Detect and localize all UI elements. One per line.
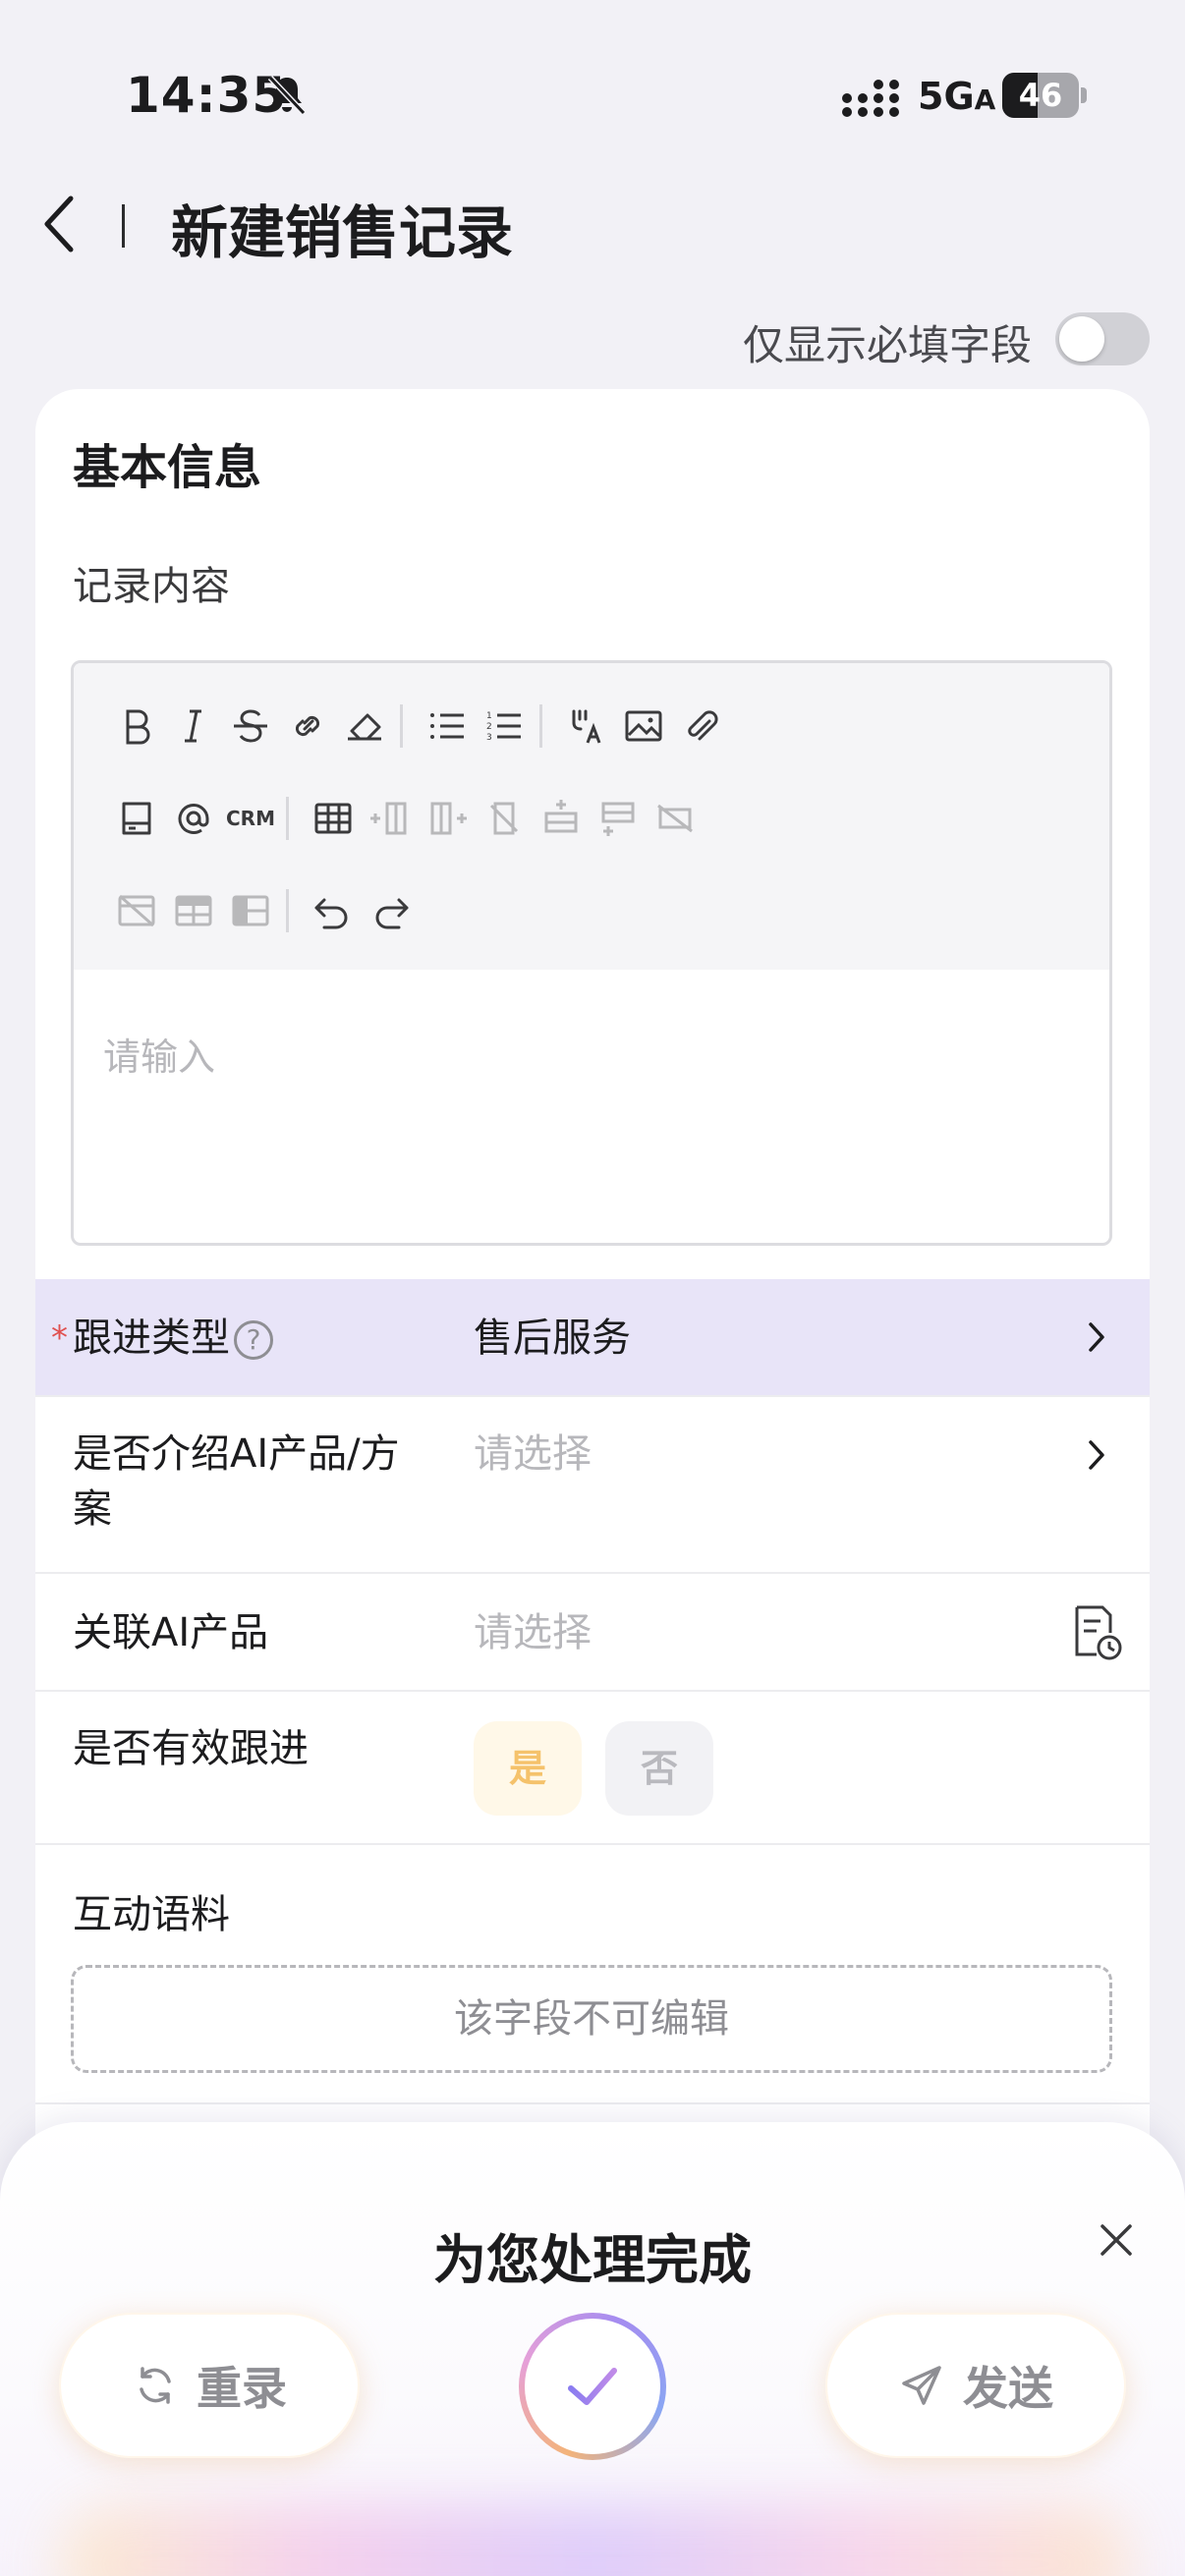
drive-icon[interactable] <box>107 789 166 848</box>
follow-type-row[interactable]: * 跟进类型? 售后服务 <box>35 1279 1150 1397</box>
required-only-label: 仅显示必填字段 <box>743 321 1033 369</box>
introduce-ai-label: 是否介绍AI产品/方案 <box>73 1431 400 1532</box>
network-indicator: 5GA <box>918 75 996 118</box>
rich-text-editor: 123 CRM 请输入 <box>71 660 1112 1246</box>
related-ai-row[interactable]: 关联AI产品 请选择 <box>35 1574 1150 1692</box>
record-content-label: 记录内容 <box>73 564 230 609</box>
bold-icon[interactable] <box>107 697 166 756</box>
header-divider <box>122 204 125 248</box>
delete-row-icon <box>646 789 705 848</box>
rerecord-label: 重录 <box>197 2362 287 2415</box>
merge-cells-icon <box>164 881 223 940</box>
delete-col-icon <box>475 789 534 848</box>
section-title: 基本信息 <box>73 440 262 495</box>
send-button[interactable]: 发送 <box>825 2313 1126 2458</box>
link-icon[interactable] <box>278 697 337 756</box>
image-icon[interactable] <box>614 697 673 756</box>
signal-icon <box>842 80 899 117</box>
svg-text:2: 2 <box>486 722 492 732</box>
insert-row-after-icon <box>589 789 648 848</box>
required-star: * <box>51 1318 68 1358</box>
check-icon <box>568 2368 617 2405</box>
sheet-glow <box>59 2505 1130 2576</box>
result-sheet: 为您处理完成 重录 发送 <box>0 2122 1185 2576</box>
rerecord-button[interactable]: 重录 <box>59 2313 360 2458</box>
status-time: 14:35 <box>126 67 288 124</box>
insert-row-before-icon <box>532 789 591 848</box>
close-icon[interactable] <box>1093 2216 1140 2264</box>
refresh-icon <box>140 2367 171 2404</box>
chevron-right-icon <box>1089 1440 1104 1470</box>
translate-icon[interactable] <box>557 697 616 756</box>
effective-label: 是否有效跟进 <box>73 1726 309 1771</box>
related-ai-placeholder: 请选择 <box>474 1610 592 1655</box>
attachment-icon[interactable] <box>671 697 730 756</box>
corpus-readonly: 该字段不可编辑 <box>71 1965 1112 2073</box>
mention-icon[interactable] <box>164 789 223 848</box>
required-only-toggle[interactable] <box>1055 312 1150 365</box>
send-icon <box>902 2366 941 2405</box>
toggle-knob <box>1059 316 1104 362</box>
confirm-button[interactable] <box>519 2313 666 2460</box>
introduce-ai-placeholder: 请选择 <box>474 1431 592 1477</box>
page-title: 新建销售记录 <box>171 199 514 266</box>
related-ai-label: 关联AI产品 <box>73 1610 269 1655</box>
chevron-right-icon <box>1089 1322 1104 1352</box>
divider <box>35 2102 1150 2104</box>
send-label: 发送 <box>963 2362 1053 2415</box>
no-option[interactable]: 否 <box>605 1721 713 1816</box>
insert-col-after-icon <box>418 789 477 848</box>
bell-muted-icon <box>267 75 307 116</box>
redo-icon[interactable] <box>361 881 420 940</box>
editor-placeholder[interactable]: 请输入 <box>103 1027 215 1081</box>
battery-icon: 46 <box>1002 73 1087 118</box>
insert-col-before-icon <box>361 789 420 848</box>
strikethrough-icon[interactable] <box>221 697 280 756</box>
corpus-label: 互动语料 <box>73 1892 230 1937</box>
help-icon[interactable]: ? <box>234 1320 273 1360</box>
italic-icon[interactable] <box>164 697 223 756</box>
chevron-left-icon[interactable] <box>39 193 83 255</box>
follow-type-label: 跟进类型? <box>73 1311 273 1366</box>
svg-text:3: 3 <box>486 733 492 743</box>
crm-icon[interactable]: CRM <box>221 789 280 848</box>
introduce-ai-row[interactable]: 是否介绍AI产品/方案 请选择 <box>35 1397 1150 1574</box>
table-icon[interactable] <box>304 789 363 848</box>
undo-icon[interactable] <box>304 881 363 940</box>
eraser-icon[interactable] <box>335 697 394 756</box>
effective-row: 是否有效跟进 是 否 <box>35 1692 1150 1845</box>
svg-text:1: 1 <box>486 711 492 721</box>
split-cells-icon <box>221 881 280 940</box>
yes-option[interactable]: 是 <box>474 1721 582 1816</box>
bullet-list-icon[interactable] <box>418 697 477 756</box>
editor-toolbar: 123 CRM <box>74 663 1109 970</box>
delete-table-icon <box>107 881 166 940</box>
follow-type-value: 售后服务 <box>474 1316 631 1361</box>
sheet-title: 为您处理完成 <box>433 2229 752 2291</box>
document-clock-icon[interactable] <box>1071 1603 1124 1662</box>
numbered-list-icon[interactable]: 123 <box>475 697 534 756</box>
